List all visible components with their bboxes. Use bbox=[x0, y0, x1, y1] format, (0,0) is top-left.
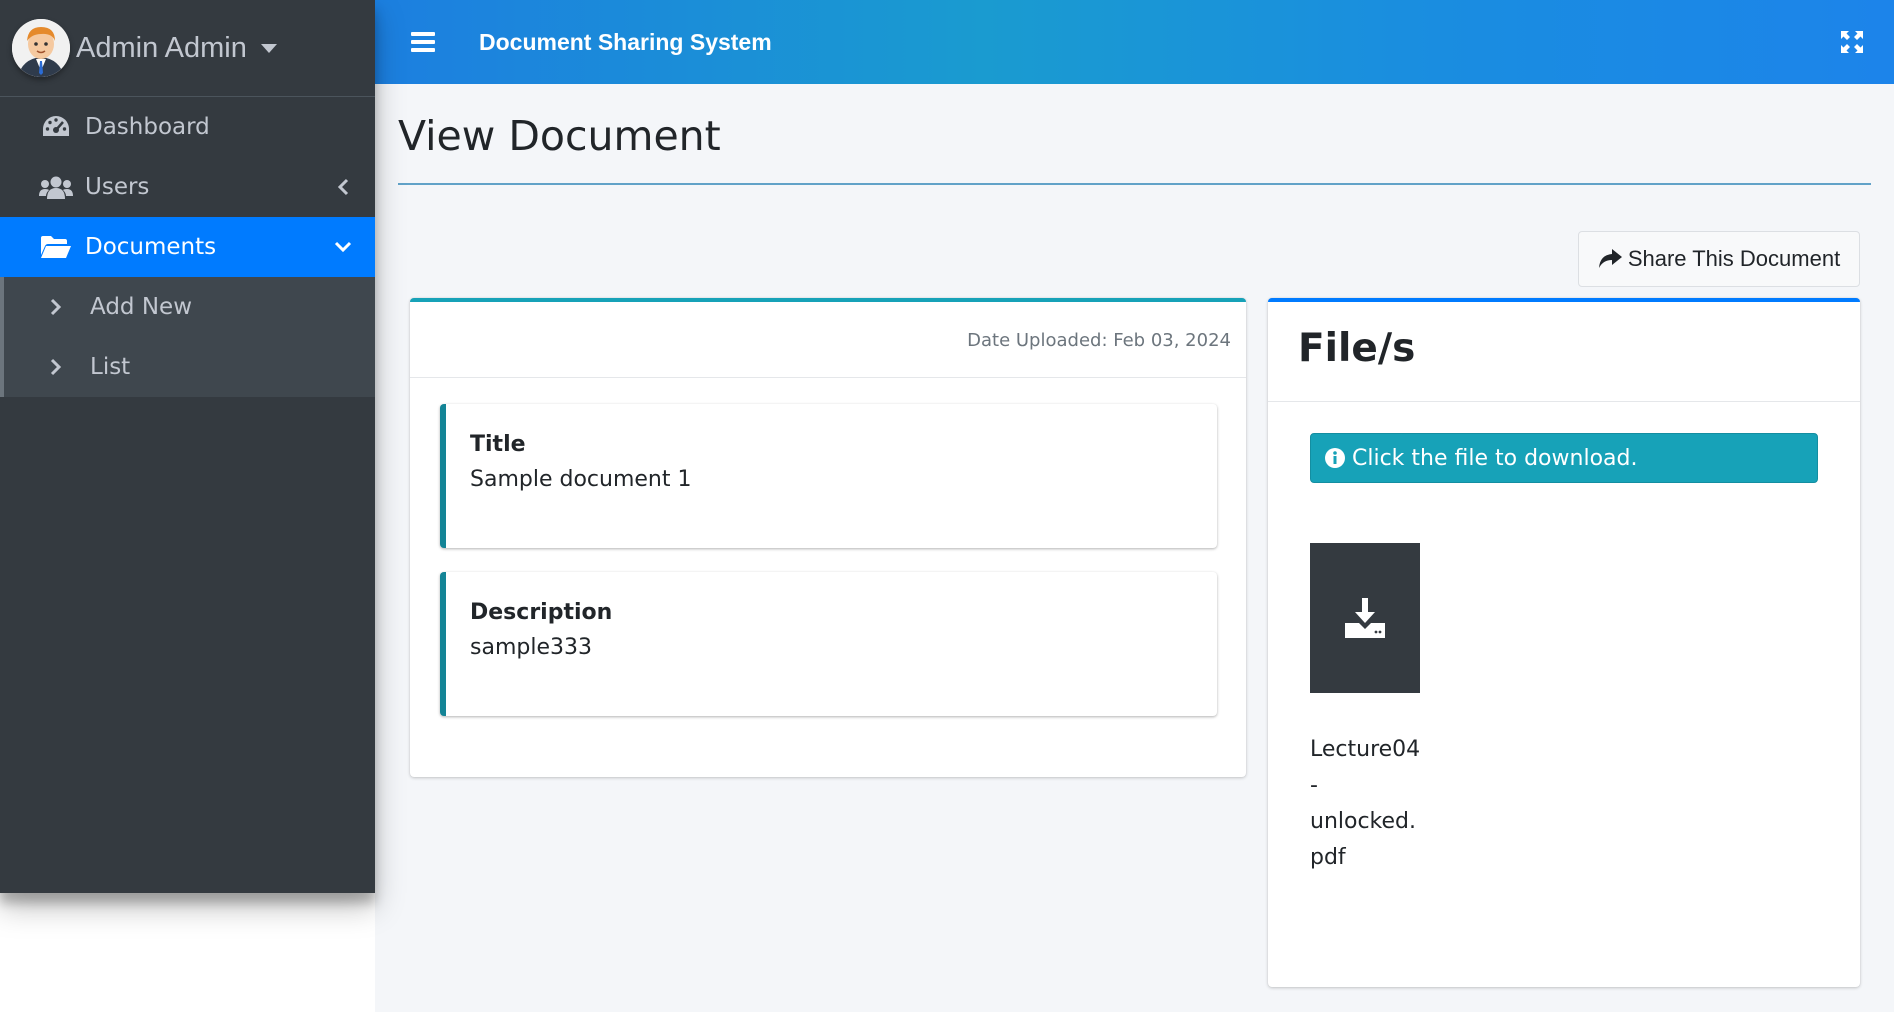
download-info-alert: Click the file to download. bbox=[1310, 433, 1818, 483]
chevron-right-icon bbox=[45, 352, 67, 382]
sidebar-item-documents[interactable]: Documents bbox=[0, 217, 375, 277]
file-name-line: unlocked. bbox=[1310, 809, 1417, 834]
top-navbar: Document Sharing System bbox=[375, 0, 1894, 84]
sidebar-subitem-add-new[interactable]: Add New bbox=[4, 277, 375, 337]
card-header: File/s bbox=[1268, 302, 1860, 402]
sidebar-item-label: Users bbox=[85, 174, 150, 200]
chevron-left-icon bbox=[333, 177, 353, 197]
sidebar-item-label: Dashboard bbox=[85, 114, 210, 140]
description-callout: Description sample333 bbox=[440, 572, 1217, 716]
sidebar-nav: Dashboard Users Documents bbox=[0, 97, 375, 277]
files-title: File/s bbox=[1298, 326, 1416, 371]
file-name-link[interactable]: Lecture04 - unlocked. pdf bbox=[1310, 732, 1420, 876]
sidebar-item-label: Add New bbox=[90, 294, 193, 320]
fullscreen-expand-icon[interactable] bbox=[1840, 30, 1864, 54]
description-value: sample333 bbox=[470, 635, 592, 660]
tachometer-icon bbox=[39, 112, 73, 142]
chevron-down-icon bbox=[333, 237, 353, 257]
date-uploaded: Date Uploaded: Feb 03, 2024 bbox=[967, 330, 1231, 351]
brand-title[interactable]: Document Sharing System bbox=[479, 29, 772, 56]
info-text: Click the file to download. bbox=[1352, 445, 1638, 471]
files-card: File/s Click the file to download. Lectu… bbox=[1268, 298, 1860, 987]
share-button-label: Share This Document bbox=[1627, 246, 1841, 271]
file-name-line: pdf bbox=[1310, 845, 1346, 870]
file-download-tile[interactable] bbox=[1310, 543, 1420, 693]
sidebar-item-label: List bbox=[90, 354, 131, 380]
file-name-line: Lecture04 bbox=[1310, 737, 1421, 762]
description-label: Description bbox=[470, 600, 613, 625]
title-label: Title bbox=[470, 432, 526, 457]
info-circle-icon bbox=[1325, 448, 1345, 468]
page-title: View Document bbox=[398, 112, 721, 160]
hamburger-menu-icon[interactable] bbox=[411, 32, 435, 52]
file-name-line: - bbox=[1310, 773, 1318, 798]
share-document-button[interactable]: Share This Document bbox=[1578, 231, 1860, 287]
content-wrapper: View Document Share This Document Date U… bbox=[375, 84, 1894, 1012]
user-avatar[interactable] bbox=[12, 19, 70, 77]
title-value: Sample document 1 bbox=[470, 467, 692, 492]
users-icon bbox=[39, 172, 73, 202]
title-callout: Title Sample document 1 bbox=[440, 404, 1217, 548]
sidebar-subitem-list[interactable]: List bbox=[4, 337, 375, 397]
chevron-right-icon bbox=[45, 292, 67, 322]
user-panel: Admin Admin bbox=[0, 0, 375, 97]
card-header: Date Uploaded: Feb 03, 2024 bbox=[410, 302, 1246, 378]
folder-open-icon bbox=[39, 232, 73, 262]
share-icon bbox=[1598, 249, 1622, 268]
download-icon bbox=[1345, 598, 1385, 638]
document-details-card: Date Uploaded: Feb 03, 2024 Title Sample… bbox=[410, 298, 1246, 777]
user-name[interactable]: Admin Admin bbox=[76, 32, 247, 65]
documents-subnav: Add New List bbox=[0, 277, 375, 397]
sidebar-item-label: Documents bbox=[85, 234, 217, 260]
user-menu-caret-icon[interactable] bbox=[260, 43, 277, 53]
sidebar-item-users[interactable]: Users bbox=[0, 157, 375, 217]
sidebar-item-dashboard[interactable]: Dashboard bbox=[0, 97, 375, 157]
title-divider bbox=[398, 183, 1871, 185]
sidebar: Admin Admin Dashboard Users Documents Ad… bbox=[0, 0, 375, 893]
